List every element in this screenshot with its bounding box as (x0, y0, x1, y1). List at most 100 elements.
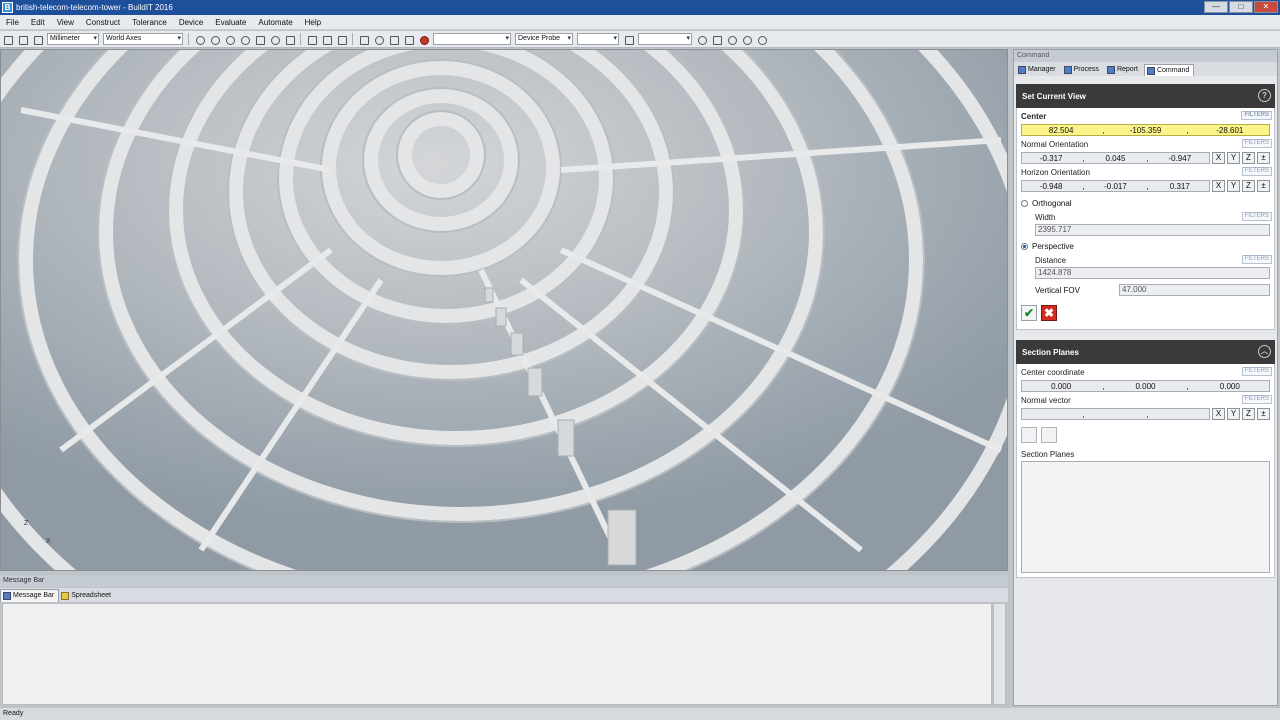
axes-select[interactable]: World Axes (103, 33, 183, 45)
y-axis-button[interactable]: Y (1227, 180, 1240, 192)
hand-icon[interactable] (283, 33, 296, 46)
view-cube-icon[interactable] (335, 33, 348, 46)
message-bar-scrollbar[interactable] (993, 603, 1006, 705)
rotate-icon[interactable] (268, 33, 281, 46)
camera-icon[interactable] (305, 33, 318, 46)
visibility-eye-icon[interactable] (372, 33, 385, 46)
camera-icon[interactable] (320, 33, 333, 46)
tab-process[interactable]: Process (1062, 64, 1103, 76)
filters-button[interactable]: FILTERS (1241, 212, 1272, 221)
y-axis-button[interactable]: Y (1227, 152, 1240, 164)
plugin-icon[interactable] (755, 33, 768, 46)
perspective-option[interactable]: Perspective (1017, 236, 1274, 253)
pan-icon[interactable] (253, 33, 266, 46)
normal-y[interactable]: 0.045 (1086, 154, 1144, 163)
filters-button[interactable]: FILTERS (1241, 139, 1272, 148)
vertical-fov-field[interactable]: 47.000 (1119, 284, 1270, 296)
remove-plane-icon[interactable] (1041, 427, 1057, 443)
center-coordinate-z[interactable]: 0.000 (1191, 382, 1269, 391)
x-axis-button[interactable]: X (1212, 408, 1225, 420)
width-field[interactable]: 2395.717 (1035, 224, 1270, 236)
z-axis-button[interactable]: Z (1242, 408, 1255, 420)
horizon-x[interactable]: -0.948 (1022, 182, 1080, 191)
tab-spreadsheet[interactable]: Spreadsheet (59, 589, 115, 602)
collapse-chevron-icon[interactable]: ︿ (1258, 345, 1271, 358)
filters-button[interactable]: FILTERS (1241, 167, 1272, 176)
normal-vector-input[interactable]: , , (1021, 408, 1210, 420)
menu-file[interactable]: File (0, 18, 25, 27)
distance-field[interactable]: 1424.878 (1035, 267, 1270, 279)
open-file-icon[interactable] (16, 33, 29, 46)
normal-z[interactable]: -0.947 (1151, 154, 1209, 163)
plugin-icon[interactable] (695, 33, 708, 46)
horizon-y[interactable]: -0.017 (1086, 182, 1144, 191)
record-icon[interactable] (417, 33, 430, 46)
normal-x[interactable]: -0.317 (1022, 154, 1080, 163)
blank-select[interactable] (433, 33, 511, 45)
zoom-fit-icon[interactable] (238, 33, 251, 46)
measure-icon[interactable] (387, 33, 400, 46)
help-icon[interactable]: ? (1258, 89, 1271, 102)
center-coordinate-y[interactable]: 0.000 (1106, 382, 1184, 391)
probe-select[interactable] (638, 33, 692, 45)
plugin-icon[interactable] (740, 33, 753, 46)
orthogonal-radio[interactable] (1021, 200, 1028, 207)
horizon-z[interactable]: 0.317 (1151, 182, 1209, 191)
device-connect-icon[interactable] (622, 33, 635, 46)
filters-button[interactable]: FILTERS (1241, 367, 1272, 376)
maximize-button[interactable]: □ (1229, 1, 1253, 13)
cancel-x-icon[interactable]: ✖ (1041, 305, 1057, 321)
zoom-in-icon[interactable] (208, 33, 221, 46)
add-plane-icon[interactable] (1021, 427, 1037, 443)
tab-message-bar[interactable]: Message Bar (0, 589, 60, 602)
z-axis-button[interactable]: Z (1242, 180, 1255, 192)
center-x[interactable]: 82.504 (1022, 126, 1100, 135)
flip-button[interactable]: ± (1257, 408, 1270, 420)
filters-button[interactable]: FILTERS (1241, 395, 1272, 404)
flip-button[interactable]: ± (1257, 152, 1270, 164)
y-axis-button[interactable]: Y (1227, 408, 1240, 420)
center-z[interactable]: -28.601 (1191, 126, 1269, 135)
menu-construct[interactable]: Construct (80, 18, 126, 27)
menu-view[interactable]: View (51, 18, 80, 27)
menu-evaluate[interactable]: Evaluate (209, 18, 252, 27)
units-select[interactable]: Millimeter (47, 33, 99, 45)
menu-tolerance[interactable]: Tolerance (126, 18, 173, 27)
center-coordinate-input[interactable]: 0.000 , 0.000 , 0.000 (1021, 380, 1270, 392)
tab-manager[interactable]: Manager (1016, 64, 1060, 76)
tab-report[interactable]: Report (1105, 64, 1142, 76)
perspective-radio[interactable] (1021, 243, 1028, 250)
menu-device[interactable]: Device (173, 18, 209, 27)
message-log[interactable] (2, 603, 992, 705)
3d-viewport[interactable]: Z X (0, 49, 1008, 571)
display-mode-icon[interactable] (357, 33, 370, 46)
center-coordinate-x[interactable]: 0.000 (1022, 382, 1100, 391)
filters-button[interactable]: FILTERS (1241, 255, 1272, 264)
center-y[interactable]: -105.359 (1106, 126, 1184, 135)
menu-help[interactable]: Help (299, 18, 327, 27)
settings-icon[interactable] (710, 33, 723, 46)
minimize-button[interactable]: — (1204, 1, 1228, 13)
x-axis-button[interactable]: X (1212, 152, 1225, 164)
menu-automate[interactable]: Automate (252, 18, 298, 27)
z-axis-button[interactable]: Z (1242, 152, 1255, 164)
tab-command[interactable]: Command (1143, 64, 1195, 76)
normal-orientation-input[interactable]: -0.317 , 0.045 , -0.947 (1021, 152, 1210, 164)
device-select[interactable]: Device Probe (515, 33, 573, 45)
orthogonal-option[interactable]: Orthogonal (1017, 193, 1274, 210)
center-vector-input[interactable]: 82.504 , -105.359 , -28.601 (1021, 124, 1270, 136)
x-axis-button[interactable]: X (1212, 180, 1225, 192)
save-icon[interactable] (31, 33, 44, 46)
horizon-orientation-input[interactable]: -0.948 , -0.017 , 0.317 (1021, 180, 1210, 192)
device-option-select[interactable] (577, 33, 619, 45)
section-planes-list[interactable] (1021, 461, 1270, 573)
plugin-icon[interactable] (725, 33, 738, 46)
new-file-icon[interactable] (1, 33, 14, 46)
filters-button[interactable]: FILTERS (1241, 111, 1272, 120)
zoom-window-icon[interactable] (193, 33, 206, 46)
measure-icon[interactable] (402, 33, 415, 46)
zoom-out-icon[interactable] (223, 33, 236, 46)
flip-button[interactable]: ± (1257, 180, 1270, 192)
ok-check-icon[interactable]: ✔ (1021, 305, 1037, 321)
close-button[interactable]: ✕ (1254, 1, 1278, 13)
